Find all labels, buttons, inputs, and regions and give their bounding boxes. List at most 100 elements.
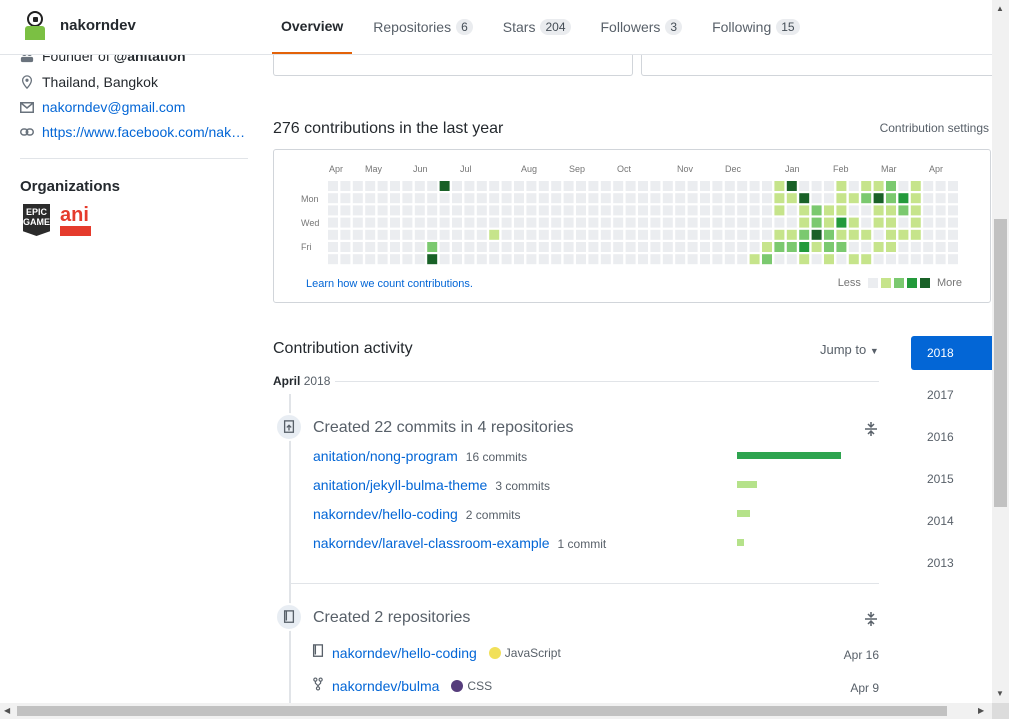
contribution-day[interactable] — [563, 217, 574, 228]
year-2015-link[interactable]: 2015 — [911, 462, 992, 496]
fold-icon[interactable] — [864, 421, 878, 440]
contribution-day[interactable] — [923, 205, 934, 216]
contribution-day[interactable] — [328, 229, 338, 240]
horizontal-scrollbar[interactable]: ◀ ▶ — [0, 703, 992, 719]
contribution-day[interactable] — [898, 193, 909, 204]
contribution-day[interactable] — [538, 229, 549, 240]
contribution-day[interactable] — [873, 229, 884, 240]
contribution-day[interactable] — [538, 193, 549, 204]
contribution-day[interactable] — [799, 242, 810, 252]
contribution-day[interactable] — [613, 181, 624, 191]
contribution-day[interactable] — [588, 242, 599, 252]
contribution-day[interactable] — [576, 242, 586, 252]
contribution-day[interactable] — [762, 229, 772, 240]
user-badge[interactable]: nakorndev — [20, 10, 136, 40]
contribution-day[interactable] — [873, 205, 884, 216]
contribution-day[interactable] — [588, 229, 599, 240]
contribution-day[interactable] — [613, 242, 624, 252]
contribution-day[interactable] — [340, 242, 351, 252]
contribution-day[interactable] — [476, 229, 487, 240]
contribution-day[interactable] — [786, 193, 797, 204]
contribution-day[interactable] — [514, 205, 524, 216]
contribution-day[interactable] — [687, 205, 698, 216]
contribution-day[interactable] — [464, 205, 475, 216]
contribution-day[interactable] — [886, 205, 896, 216]
contribution-day[interactable] — [675, 254, 686, 265]
contribution-day[interactable] — [923, 217, 934, 228]
contribution-day[interactable] — [724, 229, 735, 240]
contribution-day[interactable] — [514, 181, 524, 191]
contribution-day[interactable] — [824, 254, 834, 265]
website-link[interactable]: https://www.facebook.com/nak… — [42, 124, 245, 140]
contribution-day[interactable] — [402, 242, 413, 252]
contribution-day[interactable] — [898, 229, 909, 240]
tab-following[interactable]: Following 15 — [703, 0, 809, 54]
contribution-day[interactable] — [861, 254, 872, 265]
tab-overview[interactable]: Overview — [272, 0, 353, 54]
contribution-day[interactable] — [811, 242, 822, 252]
contribution-day[interactable] — [799, 193, 810, 204]
contribution-day[interactable] — [898, 205, 909, 216]
contribution-day[interactable] — [923, 242, 934, 252]
contribution-day[interactable] — [514, 229, 524, 240]
contribution-day[interactable] — [737, 242, 748, 252]
contribution-day[interactable] — [563, 205, 574, 216]
contribution-day[interactable] — [439, 181, 450, 191]
contribution-day[interactable] — [774, 205, 785, 216]
contribution-day[interactable] — [700, 217, 710, 228]
contribution-day[interactable] — [625, 254, 636, 265]
contribution-day[interactable] — [526, 205, 537, 216]
contribution-day[interactable] — [402, 193, 413, 204]
contribution-day[interactable] — [712, 242, 723, 252]
contribution-day[interactable] — [662, 181, 673, 191]
contribution-day[interactable] — [452, 242, 462, 252]
year-2017-link[interactable]: 2017 — [911, 378, 992, 412]
contribution-day[interactable] — [365, 205, 376, 216]
contribution-day[interactable] — [328, 205, 338, 216]
contribution-day[interactable] — [638, 205, 648, 216]
contribution-day[interactable] — [402, 229, 413, 240]
contribution-day[interactable] — [352, 242, 363, 252]
contribution-day[interactable] — [861, 181, 872, 191]
contribution-day[interactable] — [824, 181, 834, 191]
contribution-day[interactable] — [613, 217, 624, 228]
contribution-day[interactable] — [786, 181, 797, 191]
contribution-day[interactable] — [352, 229, 363, 240]
contribution-day[interactable] — [948, 205, 958, 216]
commit-count[interactable]: 16 commits — [466, 450, 527, 464]
contribution-day[interactable] — [687, 193, 698, 204]
contribution-day[interactable] — [724, 217, 735, 228]
contribution-day[interactable] — [737, 217, 748, 228]
contribution-day[interactable] — [824, 229, 834, 240]
contribution-day[interactable] — [526, 254, 537, 265]
contribution-day[interactable] — [811, 181, 822, 191]
contribution-day[interactable] — [340, 217, 351, 228]
contribution-day[interactable] — [948, 242, 958, 252]
contribution-day[interactable] — [898, 254, 909, 265]
contribution-day[interactable] — [935, 205, 946, 216]
contribution-day[interactable] — [650, 217, 661, 228]
contribution-day[interactable] — [390, 205, 400, 216]
contribution-day[interactable] — [749, 193, 760, 204]
contribution-day[interactable] — [365, 254, 376, 265]
contribution-day[interactable] — [948, 217, 958, 228]
contribution-day[interactable] — [650, 242, 661, 252]
contribution-day[interactable] — [650, 181, 661, 191]
contribution-day[interactable] — [662, 217, 673, 228]
contribution-day[interactable] — [935, 254, 946, 265]
contribution-day[interactable] — [452, 193, 462, 204]
contribution-day[interactable] — [910, 205, 921, 216]
commit-count[interactable]: 2 commits — [466, 508, 521, 522]
contribution-day[interactable] — [538, 205, 549, 216]
contribution-day[interactable] — [749, 254, 760, 265]
contribution-day[interactable] — [848, 181, 859, 191]
contribution-day[interactable] — [328, 217, 338, 228]
contribution-day[interactable] — [898, 242, 909, 252]
contribution-day[interactable] — [427, 229, 438, 240]
contribution-day[interactable] — [414, 193, 425, 204]
contribution-day[interactable] — [390, 254, 400, 265]
contribution-day[interactable] — [848, 242, 859, 252]
contribution-day[interactable] — [563, 254, 574, 265]
contribution-day[interactable] — [836, 217, 847, 228]
contribution-day[interactable] — [551, 254, 562, 265]
